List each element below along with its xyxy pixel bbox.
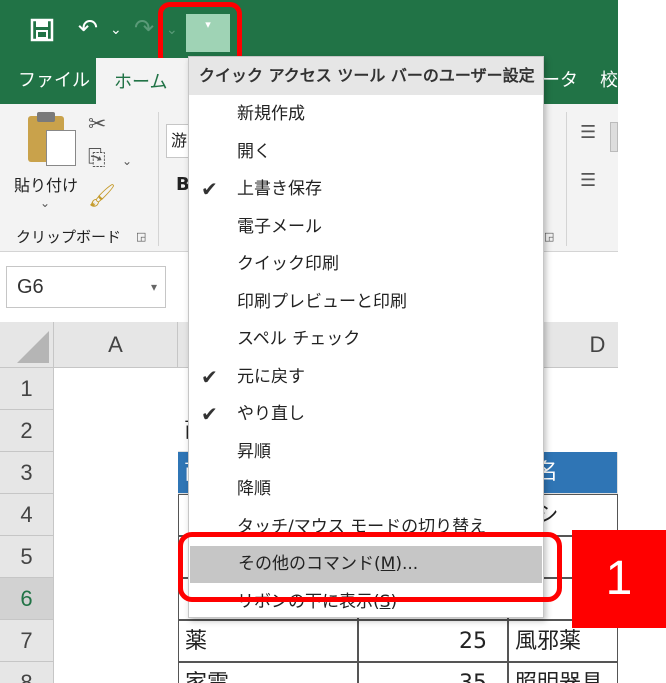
tab-review[interactable]: 校: [598, 58, 620, 104]
cell-d8[interactable]: 照明器具: [508, 662, 618, 683]
dialog-launcher-icon[interactable]: ◲: [136, 230, 146, 243]
cell-b7[interactable]: 薬: [178, 620, 358, 662]
menu-item[interactable]: スペル チェック: [189, 321, 543, 358]
dialog-launcher-icon[interactable]: ◲: [544, 230, 554, 243]
row-header-1[interactable]: 1: [0, 368, 54, 410]
name-box[interactable]: G6 ▾: [6, 266, 166, 308]
menu-item-label: 上書き保存: [237, 179, 322, 199]
annotation-highlight-more-commands: [178, 532, 562, 602]
cell-b8[interactable]: 家電: [178, 662, 358, 683]
row-header-8[interactable]: 8: [0, 662, 54, 683]
undo-dropdown-arrow[interactable]: ⌄: [110, 14, 122, 46]
quick-access-toolbar: ↶ ⌄ ↷ ⌄ ▾: [0, 0, 618, 58]
tab-home[interactable]: ホーム: [96, 58, 188, 104]
checkmark-icon: ✔: [201, 177, 218, 201]
menu-item[interactable]: 昇順: [189, 434, 543, 471]
cell-c8[interactable]: 35: [358, 662, 508, 683]
format-painter-icon[interactable]: 🖌: [88, 184, 116, 209]
row-header-7[interactable]: 7: [0, 620, 54, 662]
row-header-5[interactable]: 5: [0, 536, 54, 578]
align-top-icon[interactable]: ☰: [580, 122, 596, 143]
checkmark-icon: ✔: [201, 402, 218, 426]
cell-c7[interactable]: 25: [358, 620, 508, 662]
chevron-down-icon[interactable]: ▾: [151, 267, 157, 307]
menu-item-label: 昇順: [237, 441, 271, 462]
clipboard-icon: [28, 112, 76, 166]
menu-item-label: 電子メール: [237, 216, 322, 237]
menu-item-label: 開く: [237, 141, 271, 162]
column-header-a[interactable]: A: [54, 322, 178, 368]
clipboard-group-label: クリップボード: [16, 228, 122, 246]
save-icon[interactable]: [30, 18, 54, 42]
menu-item[interactable]: ✔ やり直し: [189, 396, 543, 433]
menu-title: クイック アクセス ツール バーのユーザー設定: [189, 57, 543, 95]
menu-item-label: スペル チェック: [237, 329, 361, 349]
step-number-badge: 1: [572, 530, 666, 628]
menu-item[interactable]: ✔ 上書き保存: [189, 171, 543, 208]
divider: [158, 112, 159, 246]
menu-item[interactable]: クイック印刷: [189, 246, 543, 283]
undo-icon[interactable]: ↶: [78, 12, 98, 44]
menu-item-label: やり直し: [237, 404, 305, 424]
menu-item-label: 印刷プレビューと印刷: [237, 291, 407, 312]
menu-item[interactable]: 電子メール: [189, 209, 543, 246]
name-box-value: G6: [17, 276, 44, 298]
align-left-icon[interactable]: ☰: [580, 170, 596, 191]
menu-item[interactable]: 新規作成: [189, 96, 543, 133]
row-header-3[interactable]: 3: [0, 452, 54, 494]
tab-data[interactable]: ータ: [538, 58, 582, 104]
checkmark-icon: ✔: [201, 364, 218, 389]
row-header-6[interactable]: 6: [0, 578, 54, 620]
chevron-down-icon[interactable]: ⌄: [122, 154, 132, 168]
menu-item-label: 降順: [237, 479, 271, 499]
redo-icon[interactable]: ↷: [134, 12, 154, 44]
menu-item[interactable]: 降順: [189, 471, 543, 508]
menu-item[interactable]: 開く: [189, 134, 543, 171]
copy-icon[interactable]: ⎘: [88, 146, 106, 171]
menu-item-label: クイック印刷: [237, 254, 339, 274]
row-header-4[interactable]: 4: [0, 494, 54, 536]
paste-button[interactable]: 貼り付け ⌄: [14, 112, 79, 226]
menu-item-label: 新規作成: [237, 104, 305, 124]
paste-label: 貼り付け: [14, 176, 79, 195]
chevron-down-icon[interactable]: ⌄: [40, 196, 50, 210]
scissors-icon[interactable]: ✂: [88, 112, 106, 137]
select-all-button[interactable]: [0, 322, 54, 368]
menu-item[interactable]: 印刷プレビューと印刷: [189, 284, 543, 321]
menu-item[interactable]: ✔ 元に戻す: [189, 359, 543, 396]
tab-file[interactable]: ファイル: [0, 58, 108, 104]
row-header-2[interactable]: 2: [0, 410, 54, 452]
menu-item-label: 元に戻す: [237, 366, 305, 387]
divider: [566, 112, 567, 246]
orientation-button[interactable]: [610, 122, 618, 152]
